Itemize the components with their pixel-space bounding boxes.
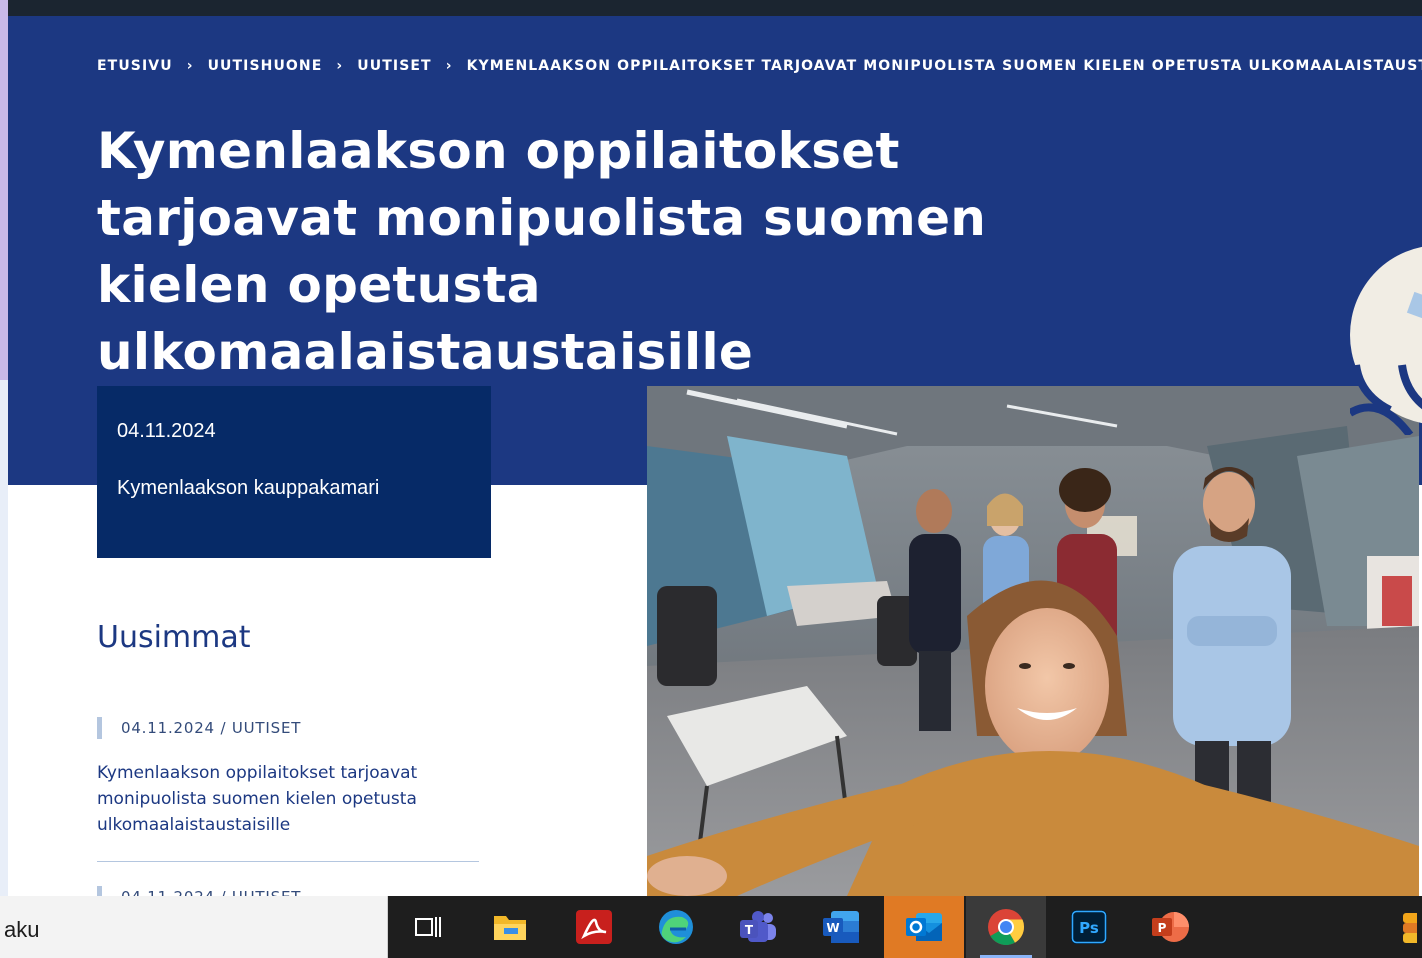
svg-text:Ps: Ps	[1079, 919, 1099, 937]
office-team-selfie-image	[647, 386, 1419, 896]
tray-app-icon	[1403, 913, 1417, 943]
decorative-graphic	[1350, 246, 1422, 435]
teams-button[interactable]: T	[718, 896, 798, 958]
acrobat-icon	[576, 910, 612, 944]
edge-button[interactable]	[636, 896, 716, 958]
folder-icon	[494, 916, 526, 940]
windows-taskbar: aku T W Ps P	[0, 896, 1422, 958]
page-title: Kymenlaakson oppilaitokset tarjoavat mon…	[97, 122, 987, 381]
breadcrumb-separator: ›	[336, 58, 344, 74]
word-icon: W	[823, 911, 859, 943]
acrobat-button[interactable]	[554, 896, 634, 958]
article-author: Kymenlaakson kauppakamari	[117, 477, 380, 499]
breadcrumb-home-link[interactable]: ETUSIVU	[97, 58, 173, 74]
news-item-title-link[interactable]: Kymenlaakson oppilaitokset tarjoavat mon…	[97, 760, 479, 838]
powerpoint-button[interactable]: P	[1130, 896, 1210, 958]
photoshop-button[interactable]: Ps	[1049, 896, 1129, 958]
teams-icon: T	[740, 911, 776, 942]
edge-icon	[659, 910, 693, 944]
article-meta-box: 04.11.2024 Kymenlaakson kauppakamari	[97, 386, 491, 558]
taskbar-search-box[interactable]: aku	[0, 896, 388, 958]
outlook-button[interactable]	[884, 896, 964, 958]
chrome-button[interactable]	[966, 896, 1046, 958]
article-date: 04.11.2024	[117, 420, 216, 442]
svg-text:W: W	[826, 921, 839, 935]
browser-page: ETUSIVU › UUTISHUONE › UUTISET › KYMENLAAKSON …	[8, 0, 1422, 896]
browser-bookmarks-bar	[8, 0, 1422, 16]
svg-text:P: P	[1158, 921, 1167, 935]
breadcrumb-newsroom-link[interactable]: UUTISHUONE	[208, 58, 323, 74]
breadcrumb: ETUSIVU › UUTISHUONE › UUTISET › KYMENLAAKSON …	[97, 58, 1422, 74]
latest-news-heading: Uusimmat	[97, 620, 251, 655]
photoshop-icon: Ps	[1071, 910, 1107, 944]
list-divider	[97, 861, 479, 862]
outlook-icon	[906, 913, 942, 941]
powerpoint-icon: P	[1152, 912, 1189, 942]
article-photo	[647, 386, 1419, 896]
breadcrumb-current-page: KYMENLAAKSON OPPILAITOKSET TARJOAVAT MON…	[466, 58, 1422, 74]
task-view-icon	[415, 917, 441, 937]
desktop-edge	[0, 0, 8, 958]
breadcrumb-news-link[interactable]: UUTISET	[357, 58, 431, 74]
breadcrumb-separator: ›	[445, 58, 453, 74]
svg-text:T: T	[745, 923, 754, 937]
list-item[interactable]: 04.11.2024 / UUTISET Kymenlaakson oppila…	[97, 717, 479, 838]
word-button[interactable]: W	[801, 896, 881, 958]
chrome-icon	[988, 909, 1025, 946]
breadcrumb-separator: ›	[186, 58, 194, 74]
taskbar-search-text: aku	[4, 917, 40, 942]
news-item-meta: 04.11.2024 / UUTISET	[97, 886, 479, 896]
file-explorer-button[interactable]	[470, 896, 550, 958]
list-item[interactable]: 04.11.2024 / UUTISET	[97, 886, 479, 896]
news-item-meta: 04.11.2024 / UUTISET	[97, 717, 479, 739]
tray-app-button[interactable]	[1392, 896, 1422, 958]
task-view-button[interactable]	[388, 896, 468, 958]
